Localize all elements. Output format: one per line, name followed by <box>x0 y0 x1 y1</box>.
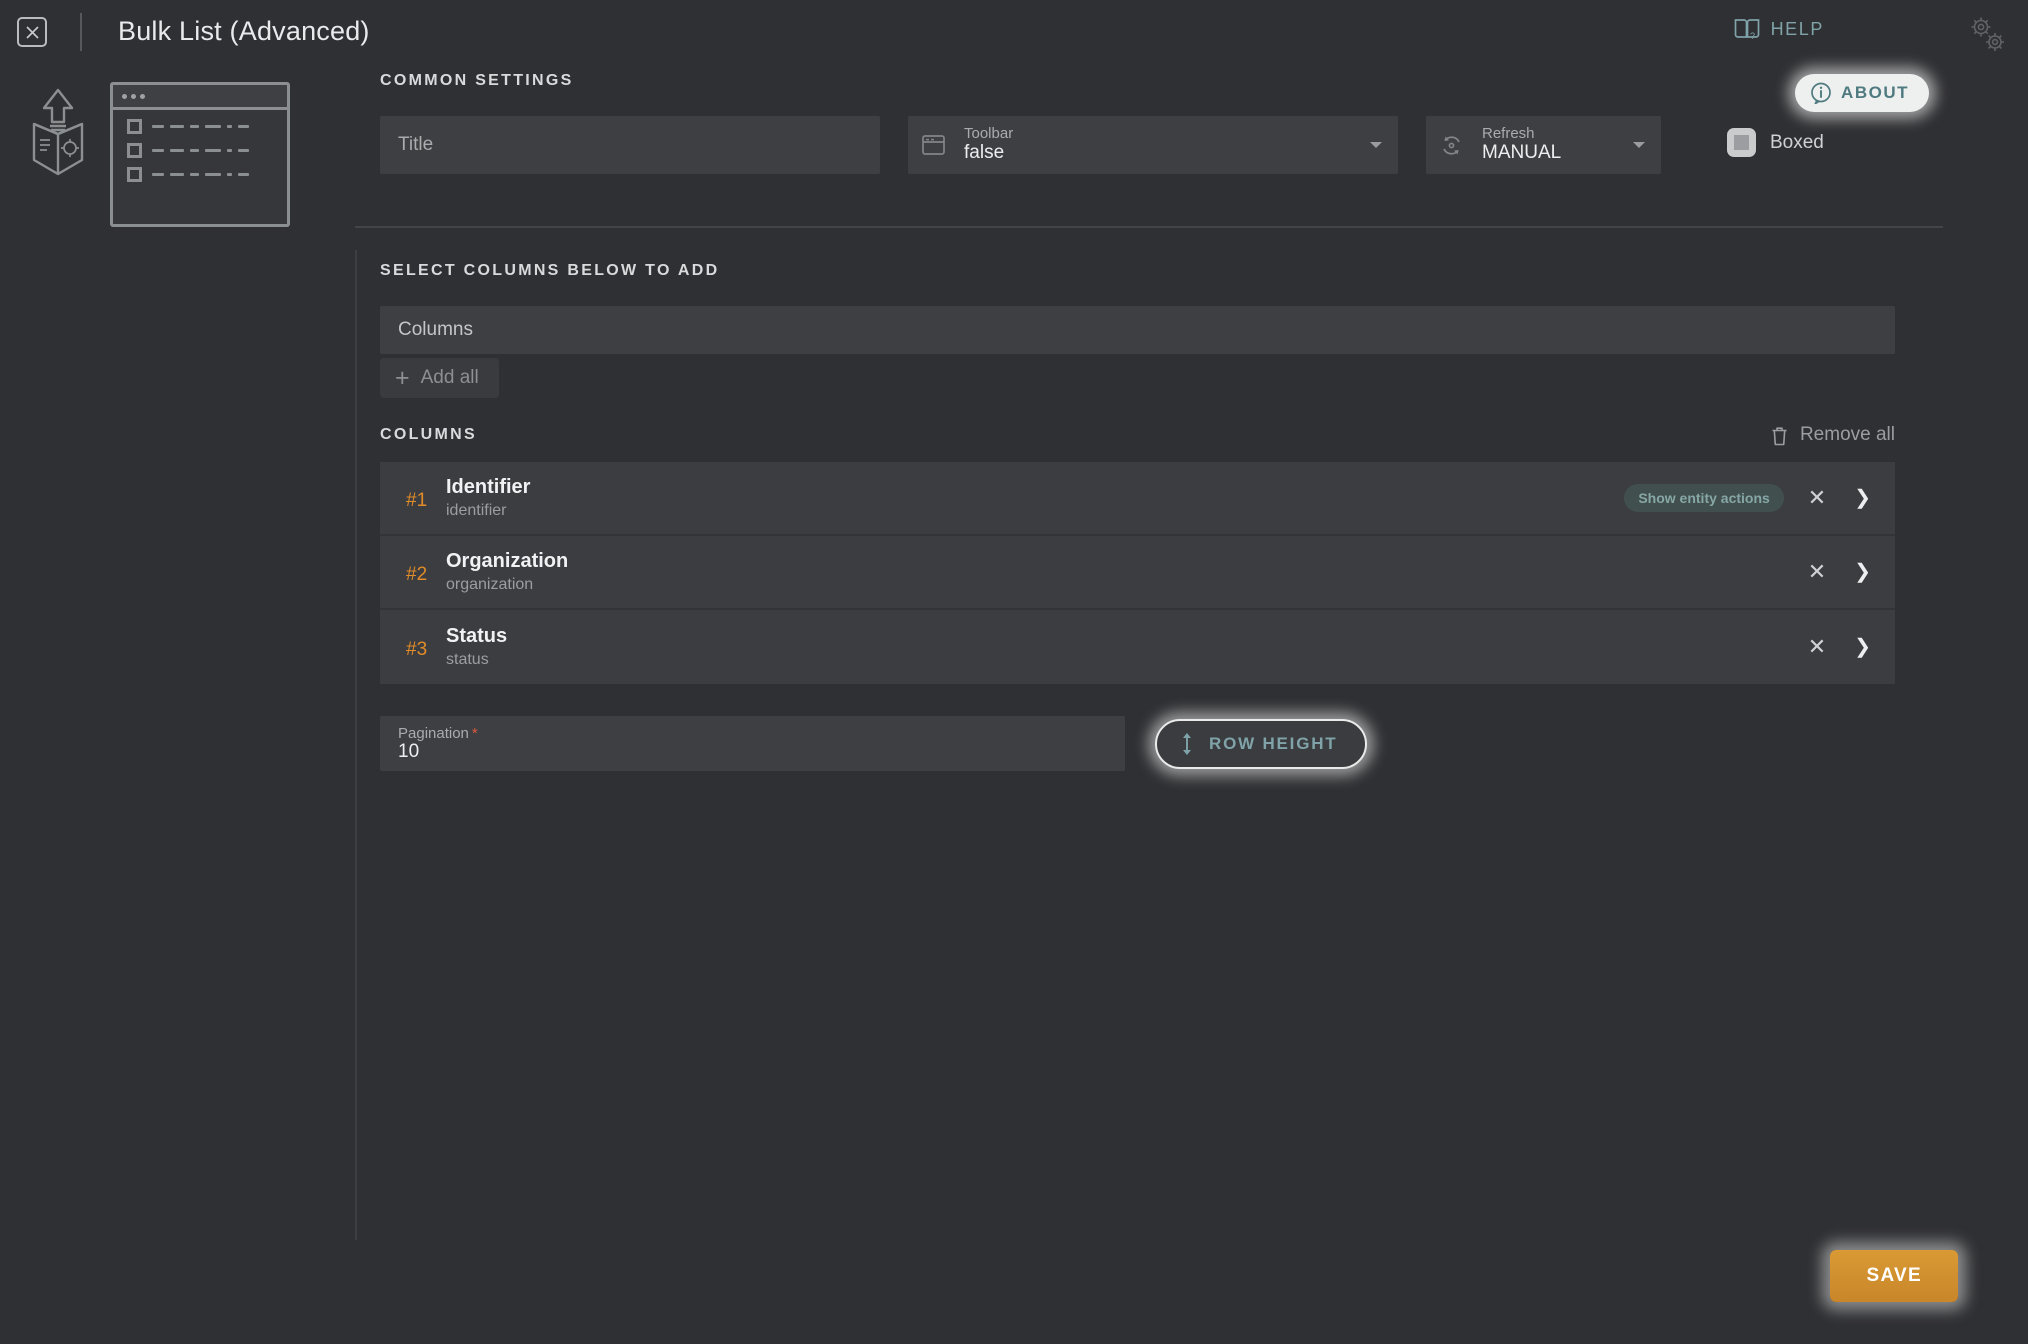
column-index: #3 <box>406 639 428 660</box>
column-index: #2 <box>406 564 428 585</box>
remove-column-icon[interactable]: ✕ <box>1804 487 1830 509</box>
vertical-resize-icon <box>1183 732 1191 755</box>
app-header: Bulk List (Advanced) ? HELP <box>0 0 2028 72</box>
book-question-icon: ? <box>1734 19 1759 40</box>
column-key: status <box>446 651 489 668</box>
page-title: Bulk List (Advanced) <box>118 16 370 46</box>
toolbar-select[interactable]: Toolbar false <box>908 116 1398 174</box>
table-row[interactable]: #1 Identifier identifier Show entity act… <box>380 462 1895 536</box>
status-badge[interactable]: Show entity actions <box>1624 484 1784 512</box>
column-key: organization <box>446 576 534 593</box>
columns-header: COLUMNS Remove all <box>380 424 1895 446</box>
section-divider <box>355 226 1943 228</box>
chevron-down-icon <box>1370 142 1382 148</box>
columns-title: COLUMNS <box>380 426 477 443</box>
preview-checkbox-icon <box>127 167 142 182</box>
header-divider <box>80 13 82 51</box>
checkbox-box-icon <box>1727 128 1756 157</box>
row-actions: Show entity actions ✕ ❯ <box>1624 484 1875 512</box>
row-actions: ✕ ❯ <box>1804 636 1875 658</box>
preview-row <box>113 110 287 134</box>
boxed-checkbox[interactable]: Boxed <box>1727 128 1824 157</box>
remove-all-button[interactable]: Remove all <box>1770 424 1895 446</box>
column-texts: Organization organization <box>446 550 1804 594</box>
content-divider <box>355 250 357 1240</box>
save-button[interactable]: SAVE <box>1830 1250 1958 1302</box>
main-content: COMMON SETTINGS Title Toolbar false Refr… <box>355 72 1950 771</box>
columns-list: #1 Identifier identifier Show entity act… <box>380 462 1895 684</box>
chevron-down-icon[interactable]: ❯ <box>1850 488 1875 508</box>
boxed-label: Boxed <box>1770 131 1824 153</box>
refresh-icon <box>1440 134 1463 162</box>
table-row[interactable]: #3 Status status ✕ ❯ <box>380 610 1895 684</box>
table-row[interactable]: #2 Organization organization ✕ ❯ <box>380 536 1895 610</box>
gears-icon[interactable] <box>1966 13 2008 60</box>
chevron-down-icon[interactable]: ❯ <box>1850 637 1875 657</box>
add-all-label: Add all <box>420 367 479 388</box>
title-placeholder: Title <box>398 134 434 155</box>
toolbar-label: Toolbar <box>964 125 1014 142</box>
refresh-label: Refresh <box>1482 125 1535 142</box>
pagination-input[interactable]: Pagination * 10 <box>380 716 1125 771</box>
pagination-label: Pagination * <box>398 725 478 742</box>
help-label: HELP <box>1770 18 1824 39</box>
row-height-label: ROW HEIGHT <box>1209 733 1338 753</box>
app-root: Bulk List (Advanced) ? HELP ABOUT COMMON… <box>0 0 2028 1344</box>
column-index: #1 <box>406 490 428 511</box>
row-height-button[interactable]: ROW HEIGHT <box>1155 718 1367 769</box>
toolbar-icon <box>922 134 945 161</box>
add-all-button[interactable]: + Add all <box>380 358 499 398</box>
chevron-down-icon[interactable]: ❯ <box>1850 562 1875 582</box>
preview-row <box>113 158 287 182</box>
column-key: identifier <box>446 502 507 519</box>
list-window-preview[interactable] <box>110 82 290 227</box>
remove-column-icon[interactable]: ✕ <box>1804 636 1830 658</box>
refresh-value: MANUAL <box>1482 142 1562 163</box>
column-texts: Identifier identifier <box>446 476 1624 520</box>
preview-checkbox-icon <box>127 119 142 134</box>
close-button[interactable] <box>17 17 47 47</box>
help-button[interactable]: ? HELP <box>1734 18 1824 40</box>
plus-icon: + <box>395 364 410 392</box>
refresh-select[interactable]: Refresh MANUAL <box>1426 116 1661 174</box>
preview-row <box>113 134 287 158</box>
chevron-down-icon <box>1633 142 1645 148</box>
toolbar-value: false <box>964 142 1005 163</box>
column-name: Identifier <box>446 476 531 498</box>
column-texts: Status status <box>446 625 1804 669</box>
bottom-controls: Pagination * 10 ROW HEIGHT <box>380 716 1950 771</box>
preview-titlebar <box>113 85 287 110</box>
svg-text:?: ? <box>1750 31 1755 40</box>
remove-all-label: Remove all <box>1799 424 1895 445</box>
package-upload-icon <box>22 82 94 187</box>
required-asterisk: * <box>471 725 478 742</box>
left-rail <box>0 72 355 1272</box>
close-x-icon <box>25 25 39 39</box>
columns-dropdown-placeholder: Columns <box>398 319 473 340</box>
common-settings-row: Title Toolbar false Refresh MANUAL Boxed <box>380 116 1950 174</box>
trash-icon <box>1772 426 1787 445</box>
remove-column-icon[interactable]: ✕ <box>1804 561 1830 583</box>
column-name: Status <box>446 625 508 647</box>
title-input[interactable]: Title <box>380 116 880 174</box>
preview-checkbox-icon <box>127 143 142 158</box>
row-actions: ✕ ❯ <box>1804 561 1875 583</box>
common-settings-title: COMMON SETTINGS <box>380 72 574 89</box>
pagination-value: 10 <box>398 740 420 762</box>
column-name: Organization <box>446 550 569 572</box>
select-columns-title: SELECT COLUMNS BELOW TO ADD <box>380 262 720 279</box>
columns-dropdown[interactable]: Columns <box>380 306 1895 354</box>
